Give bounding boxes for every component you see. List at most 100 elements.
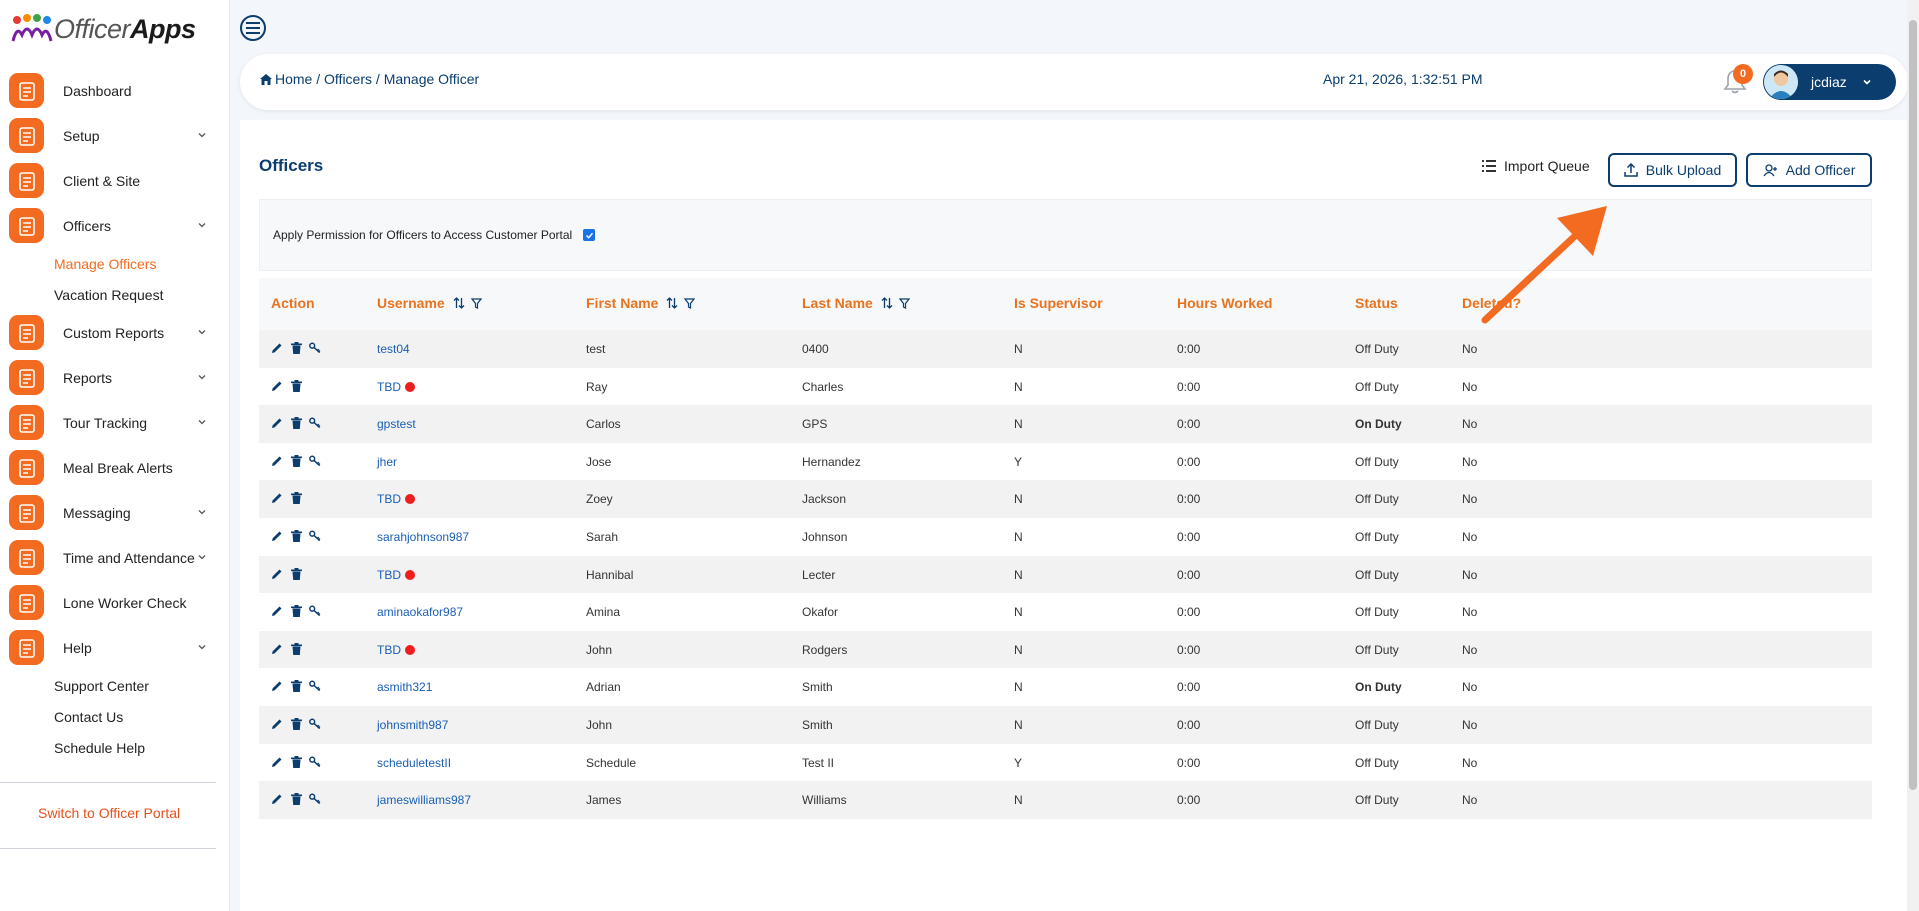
delete-trash-icon[interactable] [290, 793, 302, 806]
username-link[interactable]: jher [377, 455, 397, 469]
reset-password-key-icon[interactable] [309, 417, 321, 429]
table-row: test04 test 0400 N 0:00 Off Duty No [259, 330, 1872, 368]
delete-trash-icon[interactable] [290, 642, 302, 655]
username-link[interactable]: TBD [377, 568, 415, 582]
edit-pencil-icon[interactable] [271, 380, 283, 392]
client-site-icon [9, 163, 44, 198]
username-link[interactable]: johnsmith987 [377, 718, 448, 732]
delete-trash-icon[interactable] [290, 605, 302, 618]
sidebar-item-reports[interactable]: Reports [0, 355, 230, 400]
delete-trash-icon[interactable] [290, 567, 302, 580]
username-link[interactable]: test04 [377, 342, 410, 356]
first-name-cell: Amina [586, 605, 621, 620]
delete-trash-icon[interactable] [290, 492, 302, 505]
import-queue-button[interactable]: Import Queue [1482, 158, 1590, 174]
edit-pencil-icon[interactable] [271, 756, 283, 768]
filter-icon[interactable] [898, 297, 910, 309]
add-officer-button[interactable]: Add Officer [1746, 153, 1872, 187]
officer-icon [9, 208, 44, 243]
column-header-first-name[interactable]: First Name [586, 295, 696, 311]
sidebar-item-label: Time and Attendance [63, 549, 195, 566]
column-header-label: Username [377, 295, 445, 311]
delete-trash-icon[interactable] [290, 342, 302, 354]
table-row: TBD Ray Charles N 0:00 Off Duty No [259, 367, 1872, 406]
edit-pencil-icon[interactable] [271, 605, 283, 617]
page-scrollbar[interactable] [1907, 0, 1919, 911]
sidebar-subitem-schedule-help[interactable]: Schedule Help [0, 732, 230, 763]
missing-info-dot-icon [405, 569, 415, 580]
edit-pencil-icon[interactable] [271, 455, 283, 467]
breadcrumb-officers[interactable]: Officers [324, 71, 372, 87]
sort-icon[interactable] [453, 297, 465, 309]
reset-password-key-icon[interactable] [309, 455, 321, 467]
reset-password-key-icon[interactable] [309, 793, 321, 805]
sidebar-item-dashboard[interactable]: Dashboard [0, 68, 230, 113]
column-header-last-name[interactable]: Last Name [802, 295, 910, 311]
edit-pencil-icon[interactable] [271, 718, 283, 730]
sidebar-item-officers[interactable]: Officers [0, 203, 230, 248]
sidebar-subitem-vacation-request[interactable]: Vacation Request [0, 279, 230, 310]
filter-icon[interactable] [684, 297, 696, 309]
delete-trash-icon[interactable] [290, 454, 302, 467]
username-link[interactable]: asmith321 [377, 680, 432, 694]
sidebar-item-meal-break-alerts[interactable]: Meal Break Alerts [0, 445, 230, 490]
last-name-cell: Rodgers [802, 642, 848, 657]
edit-pencil-icon[interactable] [271, 530, 283, 542]
customer-portal-permission-checkbox[interactable] [583, 229, 596, 241]
sort-icon[interactable] [881, 297, 893, 309]
switch-to-officer-portal-link[interactable]: Switch to Officer Portal [38, 805, 180, 821]
column-header-username[interactable]: Username [377, 295, 482, 311]
username-link[interactable]: gpstest [377, 417, 416, 431]
username-link[interactable]: TBD [377, 380, 415, 394]
scrollbar-thumb[interactable] [1909, 20, 1917, 790]
sidebar-subitem-contact-us[interactable]: Contact Us [0, 701, 230, 732]
delete-trash-icon[interactable] [290, 417, 302, 430]
delete-trash-icon[interactable] [290, 529, 302, 542]
username-link[interactable]: TBD [377, 492, 415, 506]
sidebar-item-custom-reports[interactable]: Custom Reports [0, 310, 230, 355]
sidebar-item-help[interactable]: Help [0, 625, 230, 670]
edit-pencil-icon[interactable] [271, 417, 283, 429]
edit-pencil-icon[interactable] [271, 342, 283, 354]
filter-icon[interactable] [470, 297, 482, 309]
sidebar-item-client-site[interactable]: Client & Site [0, 158, 230, 203]
officerapps-logo[interactable]: OfficerApps [10, 12, 196, 46]
username-link[interactable]: scheduletestII [377, 756, 451, 770]
edit-pencil-icon[interactable] [271, 643, 283, 655]
reset-password-key-icon[interactable] [309, 680, 321, 692]
delete-trash-icon[interactable] [290, 717, 302, 730]
bulk-upload-button[interactable]: Bulk Upload [1608, 153, 1737, 187]
sidebar-item-lone-worker-check[interactable]: Lone Worker Check [0, 580, 230, 625]
reset-password-key-icon[interactable] [309, 530, 321, 542]
sidebar-subitem-support-center[interactable]: Support Center [0, 670, 230, 701]
time-attendance-icon [9, 540, 44, 575]
reset-password-key-icon[interactable] [309, 342, 321, 354]
status-cell: Off Duty [1355, 342, 1399, 356]
sidebar-item-messaging[interactable]: Messaging [0, 490, 230, 535]
sidebar-item-setup[interactable]: Setup [0, 113, 230, 158]
sort-icon[interactable] [666, 297, 678, 309]
reset-password-key-icon[interactable] [309, 756, 321, 768]
reset-password-key-icon[interactable] [309, 718, 321, 730]
username-link[interactable]: sarahjohnson987 [377, 530, 469, 544]
sidebar-item-tour-tracking[interactable]: Tour Tracking [0, 400, 230, 445]
breadcrumb-home[interactable]: Home [275, 71, 312, 87]
reset-password-key-icon[interactable] [309, 605, 321, 617]
edit-pencil-icon[interactable] [271, 793, 283, 805]
username-text: scheduletestII [377, 755, 452, 770]
status-cell: Off Duty [1355, 793, 1399, 808]
sidebar-item-time-and-attendance[interactable]: Time and Attendance [0, 535, 230, 580]
delete-trash-icon[interactable] [290, 755, 302, 768]
menu-toggle-button[interactable] [240, 15, 266, 41]
sidebar-subitem-manage-officers[interactable]: Manage Officers [0, 248, 230, 279]
edit-pencil-icon[interactable] [271, 568, 283, 580]
user-menu-button[interactable]: jcdiaz [1763, 64, 1896, 100]
username-link[interactable]: jameswilliams987 [377, 793, 471, 807]
username-link[interactable]: aminaokafor987 [377, 605, 463, 619]
delete-trash-icon[interactable] [290, 680, 302, 693]
edit-pencil-icon[interactable] [271, 492, 283, 504]
logo-text-a: Officer [54, 13, 131, 44]
username-link[interactable]: TBD [377, 643, 415, 657]
delete-trash-icon[interactable] [290, 379, 302, 392]
edit-pencil-icon[interactable] [271, 680, 283, 692]
